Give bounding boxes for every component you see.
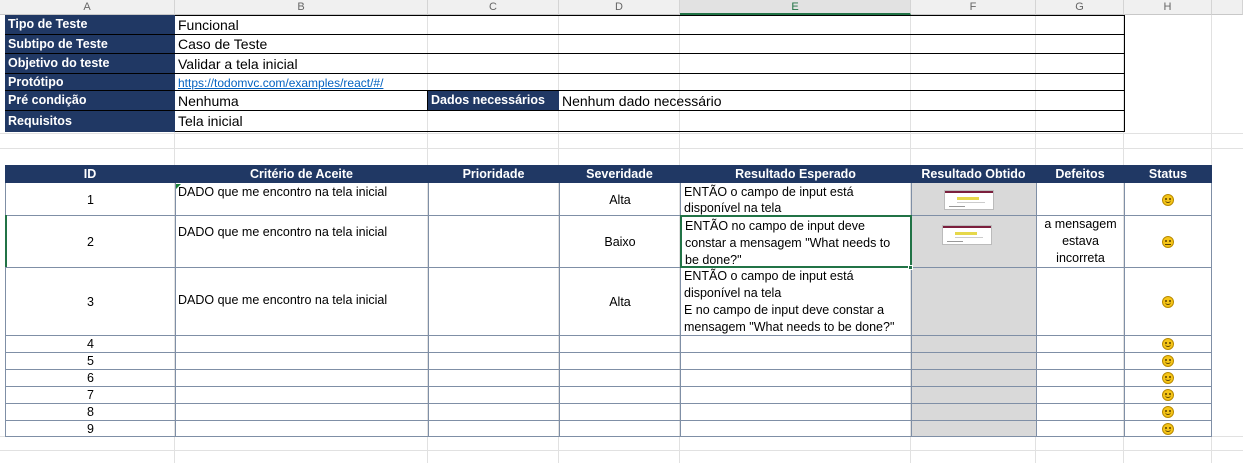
value-subtipo-teste[interactable]: Caso de Teste <box>175 35 1125 54</box>
cell-defeitos[interactable] <box>1037 268 1124 335</box>
label-dados-necessarios[interactable]: Dados necessários <box>428 91 559 111</box>
cell-status[interactable] <box>1125 421 1211 436</box>
header-resultado-obtido[interactable]: Resultado Obtido <box>911 165 1036 183</box>
cell-defeitos[interactable]: a mensagem estava incorreta <box>1037 216 1124 267</box>
col-header-empty <box>1212 0 1243 15</box>
cell-status[interactable] <box>1125 216 1211 267</box>
value-pre-condicao[interactable]: Nenhuma <box>175 91 428 111</box>
smiley-face-icon <box>1162 372 1174 384</box>
cell-status[interactable] <box>1125 370 1211 386</box>
cell-id[interactable]: 2 <box>6 216 175 267</box>
cell-severidade[interactable]: Alta <box>560 268 680 335</box>
value-requisitos[interactable]: Tela inicial <box>175 111 1125 132</box>
header-defeitos[interactable]: Defeitos <box>1036 165 1124 183</box>
header-criterio[interactable]: Critério de Aceite <box>175 165 428 183</box>
prototipo-link[interactable]: https://todomvc.com/examples/react/#/ <box>178 76 383 90</box>
cell-status[interactable] <box>1125 404 1211 420</box>
cell-prioridade[interactable] <box>429 184 559 215</box>
cell-id[interactable]: 1 <box>6 184 175 215</box>
cell-id[interactable]: 8 <box>6 404 175 420</box>
col-header-c[interactable]: C <box>428 0 559 15</box>
screenshot-thumbnail[interactable] <box>942 225 992 245</box>
cell-status[interactable] <box>1125 353 1211 369</box>
col-header-g[interactable]: G <box>1036 0 1124 15</box>
smiley-face-icon <box>1162 389 1174 401</box>
col-header-a[interactable]: A <box>0 0 175 15</box>
cell-prioridade[interactable] <box>429 216 559 267</box>
col-header-e[interactable]: E <box>680 0 911 15</box>
smiley-face-icon <box>1162 295 1174 308</box>
cell-criterio[interactable]: DADO que me encontro na tela inicial <box>176 216 428 267</box>
header-severidade[interactable]: Severidade <box>559 165 680 183</box>
smiley-face-icon <box>1162 422 1174 435</box>
col-header-f[interactable]: F <box>911 0 1036 15</box>
resultado-esperado-line2: E no campo de input deve constar a mensa… <box>684 303 895 334</box>
smiley-face-icon <box>1162 338 1174 350</box>
cell-criterio[interactable]: DADO que me encontro na tela inicial <box>176 268 428 335</box>
cell-resultado-esperado[interactable]: ENTÃO no campo de input deve constar a m… <box>680 215 912 268</box>
cell-status[interactable] <box>1125 336 1211 352</box>
header-resultado-esperado[interactable]: Resultado Esperado <box>680 165 911 183</box>
cell-prioridade[interactable] <box>429 268 559 335</box>
cell-id[interactable]: 4 <box>6 336 175 352</box>
cell-criterio[interactable]: DADO que me encontro na tela inicial <box>176 184 428 215</box>
col-header-h[interactable]: H <box>1124 0 1212 15</box>
cell-defeitos[interactable] <box>1037 184 1124 215</box>
smiley-face-icon <box>1162 355 1174 367</box>
cell-id[interactable]: 3 <box>6 268 175 335</box>
col-header-b[interactable]: B <box>175 0 428 15</box>
label-objetivo-teste[interactable]: Objetivo do teste <box>5 54 175 74</box>
value-tipo-teste[interactable]: Funcional <box>175 15 1125 35</box>
cell-severidade[interactable]: Baixo <box>560 216 680 267</box>
label-prototipo[interactable]: Protótipo <box>5 74 175 91</box>
cell-id[interactable]: 9 <box>6 421 175 436</box>
header-status[interactable]: Status <box>1124 165 1212 183</box>
cell-status[interactable] <box>1125 184 1211 215</box>
cell-severidade[interactable]: Alta <box>560 184 680 215</box>
resultado-obtido-column-bg <box>911 183 1036 436</box>
neutral-face-icon <box>1162 235 1174 248</box>
cell-resultado-esperado[interactable]: ENTÃO o campo de input está disponível n… <box>681 184 911 215</box>
cell-id[interactable]: 5 <box>6 353 175 369</box>
label-tipo-teste[interactable]: Tipo de Teste <box>5 15 175 35</box>
screenshot-thumbnail[interactable] <box>944 190 994 210</box>
label-subtipo-teste[interactable]: Subtipo de Teste <box>5 35 175 54</box>
smiley-face-icon <box>1162 193 1174 206</box>
header-prioridade[interactable]: Prioridade <box>428 165 559 183</box>
value-objetivo-teste[interactable]: Validar a tela inicial <box>175 54 1125 74</box>
label-requisitos[interactable]: Requisitos <box>5 111 175 132</box>
col-header-d[interactable]: D <box>559 0 680 15</box>
value-dados-necessarios[interactable]: Nenhum dado necessário <box>559 91 1125 111</box>
label-pre-condicao[interactable]: Pré condição <box>5 91 175 111</box>
resultado-esperado-line1: ENTÃO o campo de input está disponível n… <box>684 269 854 300</box>
cell-status[interactable] <box>1125 268 1211 335</box>
cell-resultado-esperado[interactable]: ENTÃO o campo de input está disponível n… <box>681 268 911 335</box>
cell-id[interactable]: 7 <box>6 387 175 403</box>
cell-status[interactable] <box>1125 387 1211 403</box>
header-id[interactable]: ID <box>5 165 175 183</box>
cell-id[interactable]: 6 <box>6 370 175 386</box>
value-prototipo[interactable]: https://todomvc.com/examples/react/#/ <box>175 74 1125 91</box>
smiley-face-icon <box>1162 406 1174 418</box>
